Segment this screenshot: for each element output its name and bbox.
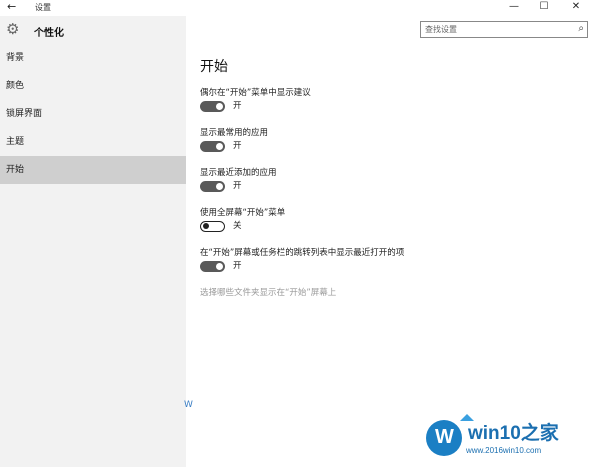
title-bar: ← 设置 — ☐ ✕	[0, 0, 594, 16]
back-arrow-icon[interactable]: ←	[7, 0, 16, 14]
sidebar-item-label: 颜色	[6, 81, 25, 91]
toggle-knob	[216, 263, 223, 270]
sidebar-item-lock-screen[interactable]: 锁屏界面	[0, 100, 186, 128]
toggle-state: 开	[233, 141, 242, 151]
watermark-fragment: W	[184, 400, 193, 410]
sidebar-item-start[interactable]: 开始	[0, 156, 186, 184]
toggle-switch[interactable]	[200, 221, 225, 232]
window-title: 设置	[35, 3, 51, 12]
toggle-state: 关	[233, 221, 242, 231]
toggle-switch[interactable]	[200, 141, 225, 152]
toggle-switch[interactable]	[200, 261, 225, 272]
watermark-brand: win10之家	[468, 423, 559, 444]
section-title: 开始	[200, 59, 228, 75]
sidebar-item-label: 开始	[6, 165, 25, 175]
toggle-knob	[216, 103, 223, 110]
sidebar-item-label: 主题	[6, 137, 25, 147]
sidebar-item-label: 背景	[6, 53, 25, 63]
toggle-switch[interactable]	[200, 101, 225, 112]
toggle-knob	[216, 183, 223, 190]
sidebar-header: ⚙ 个性化	[0, 16, 186, 44]
sidebar-item-themes[interactable]: 主题	[0, 128, 186, 156]
setting-label: 显示最近添加的应用	[200, 168, 277, 178]
choose-folders-link[interactable]: 选择哪些文件夹显示在“开始”屏幕上	[200, 286, 336, 298]
search-icon[interactable]: ⌕	[578, 23, 584, 34]
logo-letter: W	[435, 426, 454, 448]
setting-label: 使用全屏幕“开始”菜单	[200, 208, 286, 218]
watermark-logo: W win10之家 www.2016win10.com	[426, 414, 594, 467]
sidebar: ⚙ 个性化 背景 颜色 锁屏界面 主题 开始	[0, 16, 186, 467]
close-button[interactable]: ✕	[562, 0, 590, 14]
search-input[interactable]: 查找设置 ⌕	[420, 21, 588, 38]
toggle-state: 开	[233, 181, 242, 191]
toggle-knob	[202, 223, 209, 229]
setting-label: 在“开始”屏幕或任务栏的跳转列表中显示最近打开的项	[200, 248, 405, 258]
watermark-url: www.2016win10.com	[466, 446, 542, 455]
gear-icon[interactable]: ⚙	[6, 20, 19, 38]
page-title: 个性化	[34, 28, 64, 39]
win10-logo-icon: W	[426, 420, 462, 456]
sidebar-item-background[interactable]: 背景	[0, 44, 186, 72]
sidebar-item-colors[interactable]: 颜色	[0, 72, 186, 100]
search-placeholder: 查找设置	[425, 25, 457, 34]
setting-label: 偶尔在“开始”菜单中显示建议	[200, 88, 311, 98]
toggle-knob	[216, 143, 223, 150]
toggle-switch[interactable]	[200, 181, 225, 192]
toggle-state: 开	[233, 101, 242, 111]
toggle-state: 开	[233, 261, 242, 271]
minimize-button[interactable]: —	[500, 0, 528, 14]
setting-label: 显示最常用的应用	[200, 128, 269, 138]
maximize-button[interactable]: ☐	[530, 0, 558, 14]
sidebar-item-label: 锁屏界面	[6, 109, 43, 119]
